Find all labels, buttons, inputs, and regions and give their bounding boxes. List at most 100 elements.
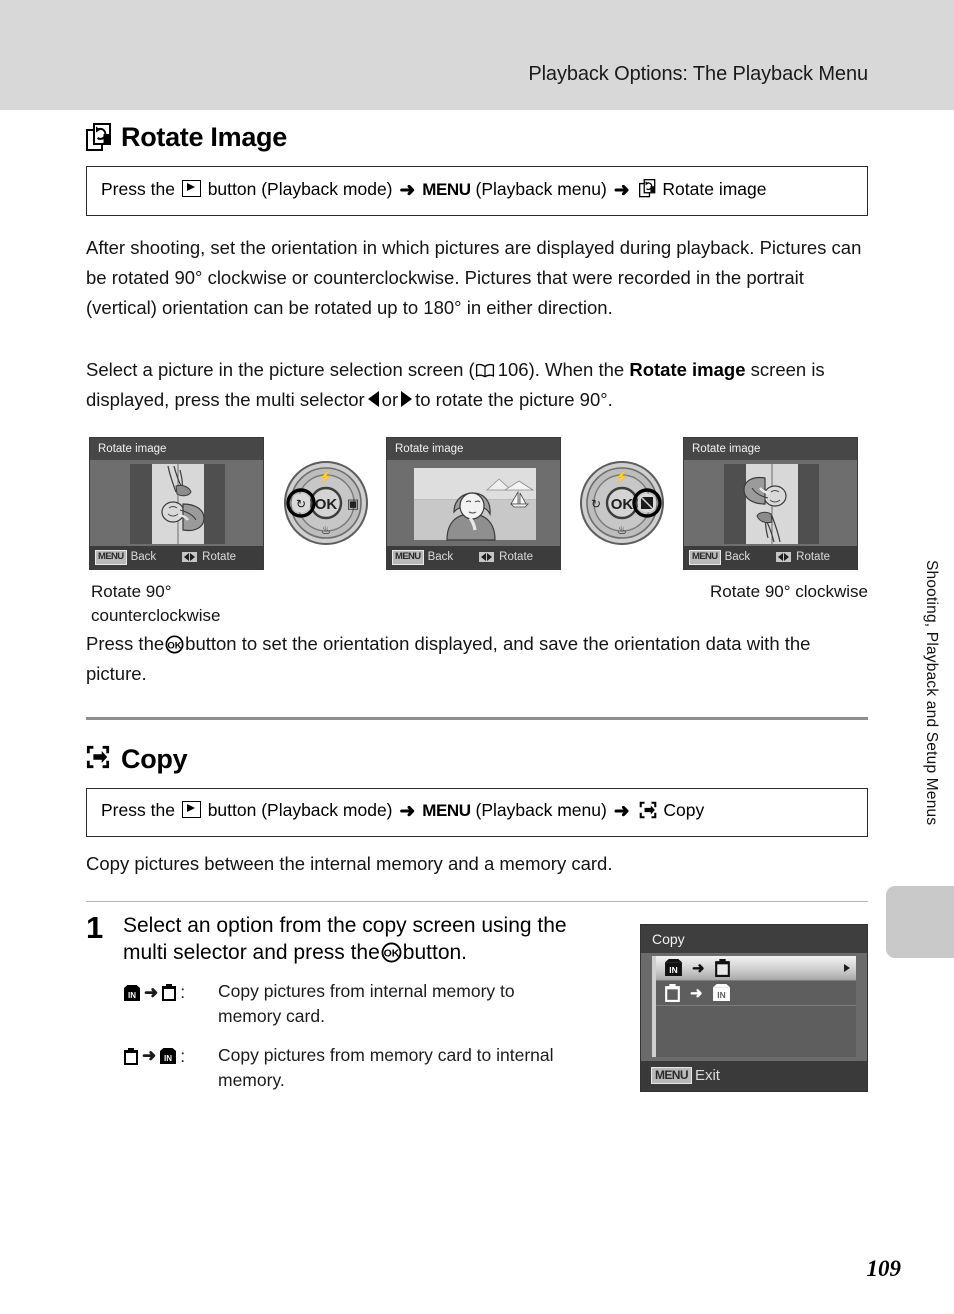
copy-lcd-title: Copy (641, 924, 867, 953)
lcd-footer-1: MENU Back Rotate (90, 545, 263, 569)
svg-text:IN: IN (128, 991, 136, 1000)
copy-icon (86, 745, 112, 774)
lcd-footer-2: MENU Back Rotate (387, 545, 560, 569)
lcd-screen-rotate-ccw: Rotate image MENU Back Rotate (89, 436, 264, 570)
rotate-select-paragraph: Select a picture in the picture selectio… (86, 355, 868, 415)
press-prefix: Press the (101, 179, 175, 199)
rotate-image-icon-inline (638, 179, 656, 198)
arrow-right-icon-opt-1: ➜ (144, 982, 159, 1002)
press-target-label: Rotate image (662, 179, 767, 199)
ok-button-icon-step: OK (381, 942, 402, 963)
lcd-body-3 (684, 459, 857, 548)
caption-rotate-cw: Rotate 90° clockwise (710, 581, 868, 601)
running-title: Playback Options: The Playback Menu (528, 63, 868, 85)
menu-chip-3: MENU (689, 549, 721, 565)
svg-text:IN: IN (164, 1054, 172, 1063)
lcd-title-3: Rotate image (684, 437, 857, 460)
arrow-right-icon-copy-2: ➜ (613, 800, 630, 822)
select-text-1: Select a picture in the picture selectio… (86, 358, 475, 380)
lcd-footer-3: MENU Back Rotate (684, 545, 857, 569)
copy-menu-path-box: Press the button (Playback mode) ➜ MENU … (86, 787, 868, 837)
internal-memory-icon: IN (123, 984, 141, 1002)
side-chapter-tab (886, 886, 954, 958)
rotate-label-3: Rotate (796, 551, 831, 564)
copy-option-description: Copy pictures from internal memory to me… (218, 981, 515, 1027)
page-title-copy: Copy (86, 745, 868, 774)
lcd-screen-rotate-cw: Rotate image MENU Back Rotate (683, 436, 858, 570)
copy-press-mid-1: button (Playback mode) (207, 799, 393, 820)
playback-button-icon-copy (181, 800, 201, 818)
select-text-2: ). When the (528, 358, 630, 380)
rotate-screens-row: Rotate image MENU Back Rotate OK ⚡ ♨ ▣ ↻… (86, 436, 868, 625)
ok-button-icon: OK (165, 635, 184, 654)
copy-option-colon-2: : (180, 1046, 186, 1067)
arrow-right-icon-opt-2: ➜ (142, 1046, 157, 1066)
memory-card-icon-2 (123, 1047, 139, 1066)
rotate-label-1: Rotate (202, 551, 237, 564)
svg-text:↻: ↻ (296, 497, 306, 511)
copy-exit-label: Exit (694, 1067, 720, 1085)
back-label-2: Back (427, 551, 454, 564)
copy-press-target-label: Copy (663, 799, 705, 820)
copy-lcd-list: IN ➜ ➜ IN (652, 955, 856, 1057)
copy-lcd-footer: MENU Exit (641, 1060, 867, 1091)
memory-card-icon-lcd (714, 958, 731, 978)
lcd-body-2 (387, 459, 560, 548)
svg-text:⚡: ⚡ (319, 470, 334, 484)
back-label-1: Back (130, 551, 157, 564)
press-ok-text-2: button to set the orientation displayed,… (86, 632, 811, 684)
copy-option-key: IN ➜ : (123, 979, 218, 1005)
svg-text:OK: OK (611, 496, 634, 513)
lcd-screen-original: Rotate image MENU Back Rotate (386, 436, 561, 570)
header-band: Playback Options: The Playback Menu (0, 0, 954, 110)
caption-rotate-ccw: Rotate 90° counterclockwise (91, 581, 221, 626)
multi-selector-dial-right[interactable]: OK ⚡ ♨ ↻ (579, 460, 665, 546)
press-ok-text-1: Press the (86, 632, 165, 654)
rotate-image-icon (86, 123, 112, 152)
lcd-screen-copy: Copy IN ➜ ➜ IN MENU Exit (640, 923, 868, 1092)
arrow-right-icon-copy-1: ➜ (399, 800, 416, 822)
menu-keyword-copy: MENU (422, 800, 471, 820)
press-mid-1: button (Playback mode) (207, 179, 393, 199)
svg-text:▣: ▣ (347, 496, 359, 511)
svg-text:⚡: ⚡ (615, 470, 630, 484)
arrow-right-icon-lcd-1: ➜ (692, 959, 705, 977)
copy-option-description-2: Copy pictures from memory card to intern… (218, 1045, 554, 1090)
step-title-text-1: Select an option from the copy screen us… (123, 913, 567, 965)
chevron-right-icon (844, 963, 850, 972)
left-right-chip-2 (479, 552, 495, 563)
back-label-3: Back (724, 551, 751, 564)
lcd-body-1 (90, 459, 263, 548)
rotate-intro-paragraph: After shooting, set the orientation in w… (86, 236, 862, 318)
section-title-text: Rotate Image (121, 122, 287, 152)
copy-lcd-item-card-to-internal[interactable]: ➜ IN (656, 981, 856, 1006)
select-bold-term: Rotate image (629, 358, 746, 380)
multi-selector-right-icon (401, 390, 413, 407)
rotate-menu-path-box: Press the button (Playback mode) ➜ MENU … (86, 166, 868, 216)
rotate-label-2: Rotate (499, 551, 534, 564)
svg-text:↻: ↻ (591, 497, 601, 511)
copy-press-prefix: Press the (101, 799, 175, 820)
svg-text:IN: IN (669, 965, 677, 975)
multi-selector-dial-left[interactable]: OK ⚡ ♨ ▣ ↻ (283, 460, 369, 546)
press-mid-2: (Playback menu) (475, 179, 607, 199)
page-number: 109 (866, 1256, 902, 1281)
internal-memory-icon-lcd-2: IN (712, 983, 731, 1002)
select-page-ref: 106 (497, 358, 529, 380)
left-right-chip-1 (182, 552, 198, 563)
select-or: or (381, 388, 399, 410)
internal-memory-icon-2: IN (159, 1047, 177, 1065)
copy-option-key-2: ➜ IN : (123, 1043, 218, 1069)
menu-keyword: MENU (422, 180, 471, 199)
svg-text:IN: IN (717, 990, 725, 1000)
left-right-chip-3 (776, 552, 792, 563)
section-divider (86, 716, 868, 720)
lcd-title-2: Rotate image (387, 437, 560, 460)
svg-text:OK: OK (383, 948, 399, 960)
page-title-rotate-image: Rotate Image (86, 123, 868, 152)
step-top-rule (86, 900, 868, 902)
copy-lcd-item-internal-to-card[interactable]: IN ➜ (656, 955, 856, 981)
svg-text:OK: OK (168, 640, 182, 651)
section-title-text-copy: Copy (121, 743, 188, 774)
copy-icon-inline (639, 801, 657, 819)
